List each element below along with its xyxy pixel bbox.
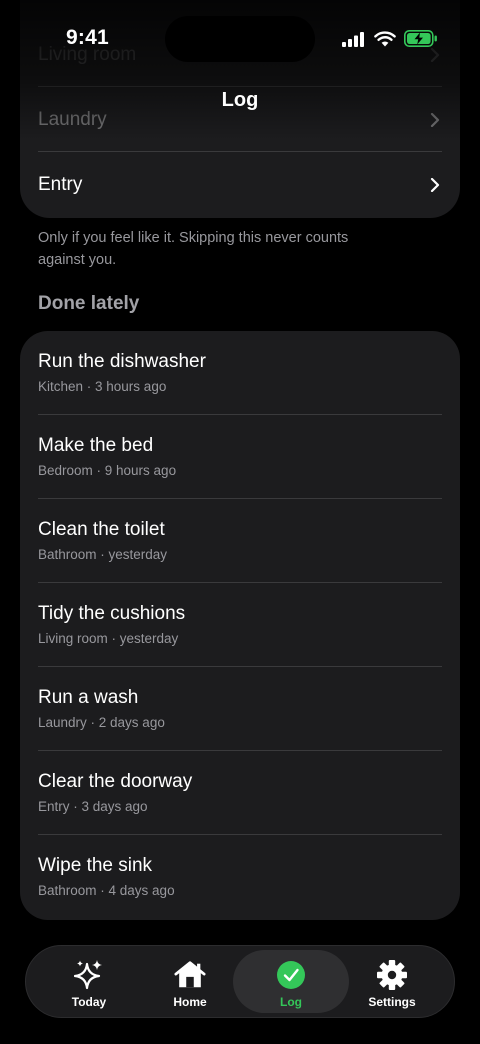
list-item[interactable]: Make the bed Bedroom · 9 hours ago	[38, 415, 442, 499]
tab-label: Home	[173, 995, 207, 1009]
house-icon	[174, 959, 206, 991]
done-lately-list: Run the dishwasher Kitchen · 3 hours ago…	[20, 331, 460, 920]
item-meta: Laundry · 2 days ago	[38, 715, 165, 730]
item-meta: Living room · yesterday	[38, 631, 179, 646]
tab-label: Today	[71, 995, 107, 1009]
status-icons	[342, 30, 438, 47]
wifi-icon	[374, 30, 396, 46]
item-title: Clear the doorway	[38, 771, 193, 792]
tab-today[interactable]: Today	[31, 950, 147, 1013]
list-item[interactable]: Wipe the sink Bathroom · 4 days ago	[38, 835, 442, 919]
item-title: Clean the toilet	[38, 519, 165, 540]
list-item[interactable]: Run a wash Laundry · 2 days ago	[38, 667, 442, 751]
item-meta: Bathroom · 4 days ago	[38, 883, 175, 898]
cellular-signal-icon	[342, 31, 364, 47]
list-item[interactable]: Clean the toilet Bathroom · yesterday	[38, 499, 442, 583]
status-bar: 9:41	[0, 0, 480, 62]
gear-icon	[376, 959, 408, 991]
status-time: 9:41	[66, 26, 109, 49]
screen: Living room Laundry Entry 9:41 Log Only …	[0, 0, 480, 1044]
sparkles-icon	[73, 959, 105, 991]
item-meta: Bathroom · yesterday	[38, 547, 168, 562]
item-title: Wipe the sink	[38, 855, 153, 876]
list-item[interactable]: Run the dishwasher Kitchen · 3 hours ago	[38, 331, 442, 415]
dynamic-island	[165, 16, 315, 62]
section-title-done-lately: Done lately	[38, 293, 140, 314]
item-meta: Kitchen · 3 hours ago	[38, 379, 167, 394]
helper-note: Only if you feel like it. Skipping this …	[38, 230, 349, 268]
item-title: Tidy the cushions	[38, 603, 186, 624]
tab-home[interactable]: Home	[132, 950, 248, 1013]
item-title: Make the bed	[38, 435, 154, 456]
chevron-right-icon	[430, 178, 440, 192]
item-meta: Bedroom · 9 hours ago	[38, 463, 177, 478]
room-row-label: Laundry	[38, 109, 107, 130]
room-row-label: Entry	[38, 174, 83, 195]
tab-bar: Today Home Log Settings	[25, 945, 455, 1018]
item-title: Run the dishwasher	[38, 351, 206, 372]
room-row-entry[interactable]: Entry	[38, 152, 442, 218]
item-title: Run a wash	[38, 687, 139, 708]
page-title: Log	[221, 89, 259, 111]
chevron-right-icon	[430, 113, 440, 127]
tab-label: Settings	[368, 995, 416, 1009]
item-meta: Entry · 3 days ago	[38, 799, 148, 814]
battery-charging-icon	[404, 30, 437, 47]
checkmark-circle-icon	[275, 959, 307, 991]
tab-log[interactable]: Log	[233, 950, 349, 1013]
list-item[interactable]: Tidy the cushions Living room · yesterda…	[38, 583, 442, 667]
list-item[interactable]: Clear the doorway Entry · 3 days ago	[38, 751, 442, 835]
tab-label: Log	[280, 995, 302, 1009]
tab-settings[interactable]: Settings	[334, 950, 450, 1013]
